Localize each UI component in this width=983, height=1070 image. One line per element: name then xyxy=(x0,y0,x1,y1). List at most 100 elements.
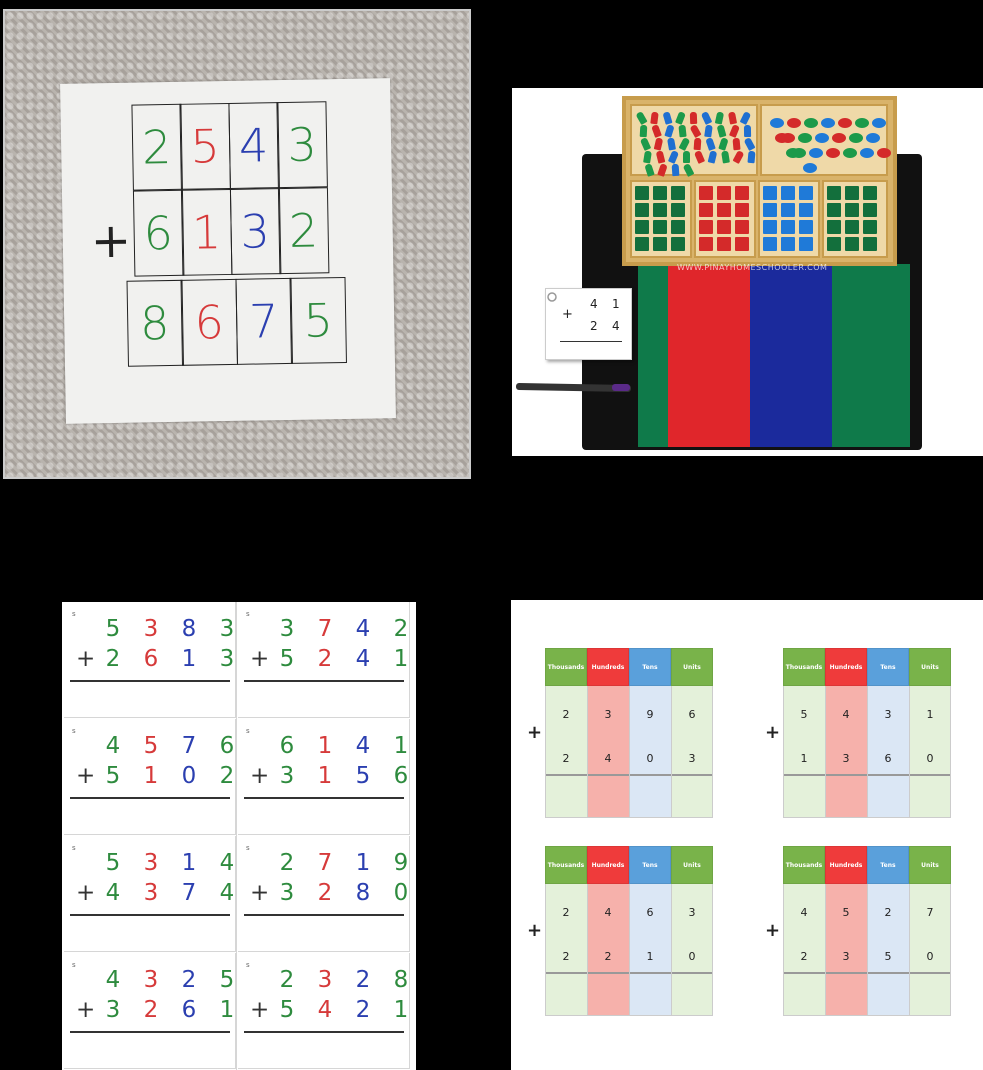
skittle-peg xyxy=(639,137,652,151)
column-header: Units xyxy=(671,846,713,884)
skittle-peg xyxy=(700,111,713,125)
addition-card: s 2 3 2 8 +5 4 2 1 xyxy=(238,953,410,1069)
digit: 4 xyxy=(105,967,121,993)
digit-cell: 6 xyxy=(132,189,184,277)
stamp-tile xyxy=(653,186,667,200)
stamp-tile xyxy=(635,220,649,234)
plus-sign: + xyxy=(527,920,543,941)
addend-top: 4325 xyxy=(76,967,246,993)
digit: 0 xyxy=(181,763,197,789)
addend-bottom: +5 1 0 2 xyxy=(76,763,246,789)
digit: 8 xyxy=(393,967,409,993)
column-border xyxy=(712,686,713,818)
digit: 0 xyxy=(926,752,934,765)
place-value-table: Thousands Hundreds Tens Units 5 4 3 1 1 3 6 0 xyxy=(783,648,951,818)
skittle-peg xyxy=(653,137,664,151)
stamp-tile xyxy=(671,220,685,234)
digit: 4 xyxy=(317,997,333,1023)
addend-bottom: +5 4 2 1 xyxy=(250,997,416,1023)
digit: 2 xyxy=(562,906,570,919)
stamp-tile xyxy=(763,237,777,251)
column-border xyxy=(825,686,826,818)
digit: 2 xyxy=(355,967,371,993)
counter-disc xyxy=(798,133,812,143)
stamp-tile xyxy=(863,186,877,200)
digit: 5 xyxy=(279,646,295,672)
stamp-tray xyxy=(622,96,897,266)
digit: 3 xyxy=(604,708,612,721)
digit: 3 xyxy=(143,850,159,876)
skittle-peg xyxy=(639,124,648,138)
digit: 8 xyxy=(355,880,371,906)
green-stripe-2 xyxy=(832,264,910,447)
digit: 4 xyxy=(842,708,850,721)
digit: 3 xyxy=(688,752,696,765)
stamp-tile xyxy=(799,186,813,200)
counter-disc xyxy=(775,133,789,143)
skittle-peg xyxy=(693,150,706,164)
column-border xyxy=(950,884,951,1016)
digit: 4 xyxy=(355,733,371,759)
column-header: Units xyxy=(909,648,951,686)
stamp-tile xyxy=(717,237,731,251)
digit: 2 xyxy=(279,967,295,993)
addend-top: 3742 xyxy=(250,616,416,642)
column-border xyxy=(867,884,868,1016)
stamp-tile xyxy=(845,237,859,251)
counter-disc xyxy=(849,133,863,143)
column-header: Hundreds xyxy=(825,846,867,884)
stamp-tile xyxy=(653,220,667,234)
digit: 6 xyxy=(143,646,159,672)
digit: 3 xyxy=(279,880,295,906)
column-header: Tens xyxy=(867,648,909,686)
card-plus: + xyxy=(562,307,573,322)
card-top-tens: 4 xyxy=(590,297,598,311)
digit: 3 xyxy=(842,950,850,963)
digit: 0 xyxy=(926,950,934,963)
watermark: WWW.PINAYHOMESCHOOLER.COM xyxy=(677,263,828,272)
stamp-tile xyxy=(763,203,777,217)
stamp-tile xyxy=(699,220,713,234)
stamp-tile xyxy=(845,203,859,217)
counter-disc xyxy=(826,148,840,158)
plus-sign: + xyxy=(76,763,96,789)
stamp-tile xyxy=(845,220,859,234)
column-border xyxy=(587,686,588,818)
skittle-peg xyxy=(739,111,752,125)
column-border xyxy=(909,686,910,818)
digit: 3 xyxy=(842,752,850,765)
skittle-peg xyxy=(650,111,659,125)
skittle-peg xyxy=(707,150,718,164)
digit: 2 xyxy=(604,950,612,963)
digit: 1 xyxy=(926,708,934,721)
sum-rule xyxy=(244,680,404,682)
skittle-peg xyxy=(747,150,756,164)
plus-sign: + xyxy=(250,880,270,906)
digit: 7 xyxy=(317,616,333,642)
counter-disc xyxy=(770,118,784,128)
counter-disc xyxy=(860,148,874,158)
digit: 1 xyxy=(317,763,333,789)
stamp-tile xyxy=(671,203,685,217)
stamp-tile xyxy=(763,220,777,234)
column-header: Thousands xyxy=(545,846,587,884)
plus-sign: + xyxy=(90,212,132,270)
skittle-peg xyxy=(732,137,741,151)
skittle-peg xyxy=(689,111,698,125)
digit: 2 xyxy=(884,906,892,919)
sum-rule xyxy=(70,680,230,682)
digit: 5 xyxy=(800,708,808,721)
counter-disc xyxy=(786,148,800,158)
digit: 0 xyxy=(393,880,409,906)
digit: 4 xyxy=(604,906,612,919)
column-border xyxy=(783,686,784,818)
counter-disc xyxy=(821,118,835,128)
digit: 8 xyxy=(181,616,197,642)
digit: 2 xyxy=(562,752,570,765)
red-stripe xyxy=(668,264,750,447)
sum-rule xyxy=(244,914,404,916)
stamp-tile xyxy=(863,220,877,234)
plus-sign: + xyxy=(250,646,270,672)
digit: 6 xyxy=(393,763,409,789)
digit: 1 xyxy=(393,733,409,759)
